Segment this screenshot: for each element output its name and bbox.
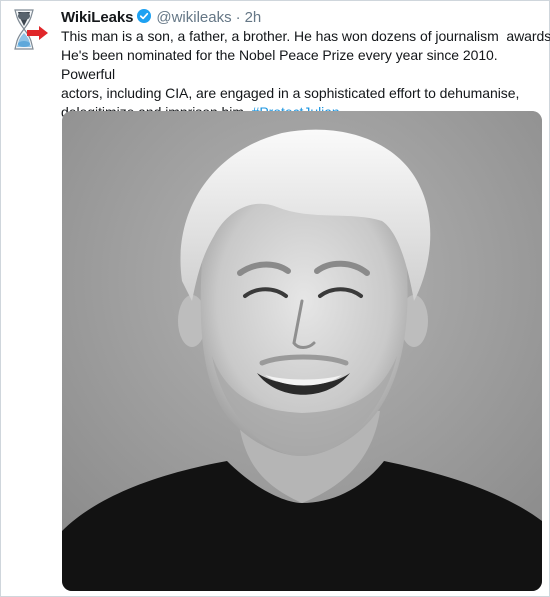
tweet-timestamp[interactable]: 2h xyxy=(245,9,262,26)
author-avatar[interactable] xyxy=(7,7,51,53)
tweet-text-line: This man is a son, a father, a brother. … xyxy=(61,28,550,44)
tweet-text-line: He's been nominated for the Nobel Peace … xyxy=(61,47,498,82)
tweet-card: WikiLeaks @wikileaks · 2h This man is a … xyxy=(0,0,550,597)
author-display-name[interactable]: WikiLeaks xyxy=(61,9,133,26)
hourglass-logo-icon xyxy=(14,9,48,50)
tweet-content: WikiLeaks @wikileaks · 2h This man is a … xyxy=(61,7,550,122)
tweet-header: WikiLeaks @wikileaks · 2h xyxy=(61,7,543,27)
verified-badge-icon xyxy=(137,9,152,23)
portrait-image xyxy=(62,111,542,591)
tweet-text: This man is a son, a father, a brother. … xyxy=(61,27,550,122)
author-handle[interactable]: @wikileaks xyxy=(156,9,231,26)
header-separator: · xyxy=(235,8,241,26)
tweet-photo[interactable] xyxy=(62,111,542,591)
tweet-text-line: actors, including CIA, are engaged in a … xyxy=(61,85,520,101)
